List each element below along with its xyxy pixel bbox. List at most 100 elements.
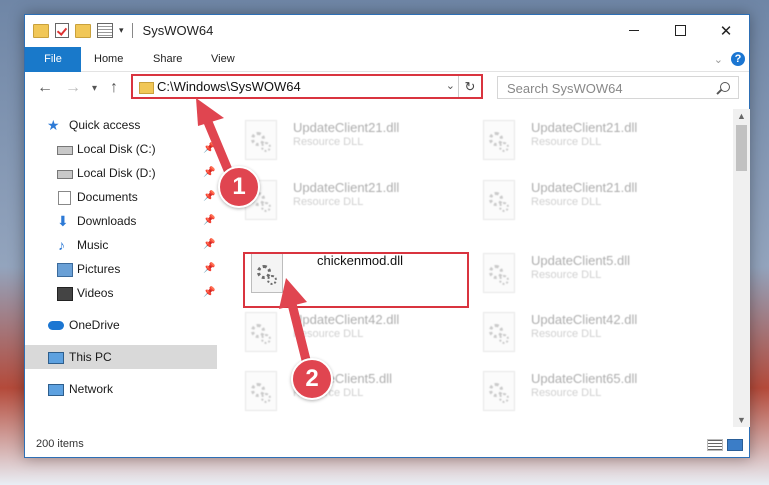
file-name: UpdateClient21.dll bbox=[293, 120, 400, 135]
file-type: Resource DLL bbox=[293, 136, 364, 148]
scroll-down-arrow-icon[interactable]: ▼ bbox=[737, 415, 746, 425]
dll-file-icon bbox=[483, 120, 515, 160]
pin-icon[interactable]: 📌 bbox=[203, 257, 215, 281]
sidebar-item-label: Documents bbox=[77, 190, 138, 204]
file-item[interactable]: UpdateClient5.dll Resource DLL bbox=[463, 247, 693, 303]
gear-icon bbox=[499, 275, 509, 285]
scroll-up-arrow-icon[interactable]: ▲ bbox=[737, 111, 746, 121]
address-dropdown-icon[interactable]: ⌄ bbox=[446, 79, 455, 92]
gear-icon bbox=[499, 202, 509, 212]
gear-icon bbox=[261, 202, 271, 212]
window-title: SysWOW64 bbox=[142, 23, 214, 38]
address-bar[interactable]: C:\Windows\SysWOW64 ⌄ ↻ bbox=[131, 74, 483, 99]
sidebar-item-this-pc[interactable]: This PC bbox=[25, 345, 217, 369]
forward-button[interactable]: → bbox=[65, 79, 81, 97]
sidebar-item-local-disk-c[interactable]: Local Disk (C:) 📌 bbox=[25, 137, 217, 161]
file-name: UpdateClient21.dll bbox=[531, 180, 638, 195]
new-folder-icon[interactable] bbox=[75, 23, 91, 38]
sidebar-item-videos[interactable]: Videos 📌 bbox=[25, 281, 217, 305]
sidebar-item-network[interactable]: Network bbox=[25, 377, 217, 401]
sidebar-item-label: Music bbox=[77, 238, 109, 252]
sidebar-item-music[interactable]: ♪ Music 📌 bbox=[25, 233, 217, 257]
sidebar-item-onedrive[interactable]: OneDrive bbox=[25, 313, 217, 337]
sidebar-item-label: Downloads bbox=[77, 214, 137, 228]
sidebar-item-label: Local Disk (C:) bbox=[77, 142, 156, 156]
quick-access-toolbar: ▾ SysWOW64 bbox=[33, 23, 213, 38]
sidebar-item-label: Videos bbox=[77, 286, 114, 300]
dll-file-icon bbox=[245, 371, 277, 411]
ribbon-right-controls: ⌄ ? bbox=[714, 52, 745, 66]
file-item[interactable]: UpdateClient21.dll Resource DLL bbox=[463, 114, 693, 170]
navigation-bar: ← → ▾ ↑ C:\Windows\SysWOW64 ⌄ ↻ Search S… bbox=[25, 72, 749, 105]
back-button[interactable]: ← bbox=[37, 79, 53, 97]
file-type: Resource DLL bbox=[531, 387, 602, 399]
callout-badge-1: 1 bbox=[218, 166, 260, 208]
scroll-thumb[interactable] bbox=[736, 125, 747, 171]
pin-icon[interactable]: 📌 bbox=[203, 281, 215, 305]
explorer-window: ▾ SysWOW64 ✕ File Home Share View ⌄ ? ← … bbox=[24, 14, 750, 458]
customize-toolbar-chevron-icon[interactable]: ▾ bbox=[119, 25, 124, 36]
ribbon-tabs: File Home Share View ⌄ ? bbox=[25, 47, 749, 103]
file-item[interactable]: UpdateClient21.dll Resource DLL bbox=[463, 174, 693, 230]
expand-ribbon-chevron-icon[interactable]: ⌄ bbox=[714, 53, 723, 66]
file-item[interactable]: UpdateClient21.dll Resource DLL bbox=[225, 114, 455, 170]
gear-icon bbox=[499, 142, 509, 152]
dll-file-icon bbox=[245, 312, 277, 352]
title-separator bbox=[131, 23, 133, 38]
sidebar-item-pictures[interactable]: Pictures 📌 bbox=[25, 257, 217, 281]
pin-icon[interactable]: 📌 bbox=[203, 233, 215, 257]
sidebar-item-label: Quick access bbox=[69, 118, 141, 132]
minimize-button[interactable] bbox=[611, 15, 657, 46]
tab-home[interactable]: Home bbox=[94, 47, 123, 71]
sidebar-item-quick-access[interactable]: ★ Quick access bbox=[25, 113, 217, 137]
folder-icon bbox=[139, 82, 154, 94]
file-item[interactable]: UpdateClient42.dll Resource DLL bbox=[225, 306, 455, 362]
file-type: Resource DLL bbox=[531, 269, 602, 281]
pictures-icon bbox=[57, 263, 73, 277]
properties-check-icon[interactable] bbox=[55, 23, 69, 38]
pc-icon bbox=[48, 352, 64, 364]
dll-file-icon bbox=[483, 312, 515, 352]
pin-icon[interactable]: 📌 bbox=[203, 137, 215, 161]
file-type: Resource DLL bbox=[293, 196, 364, 208]
details-view-icon[interactable] bbox=[707, 439, 723, 451]
file-item[interactable]: UpdateClient5.dll Resource DLL bbox=[225, 365, 455, 421]
sidebar-item-label: This PC bbox=[69, 350, 112, 364]
large-icons-view-icon[interactable] bbox=[727, 439, 743, 451]
up-button[interactable]: ↑ bbox=[110, 79, 118, 97]
gear-icon bbox=[261, 393, 271, 403]
sidebar-item-label: OneDrive bbox=[69, 318, 120, 332]
gear-icon bbox=[499, 393, 509, 403]
sidebar-item-local-disk-d[interactable]: Local Disk (D:) 📌 bbox=[25, 161, 217, 185]
refresh-button[interactable]: ↻ bbox=[458, 76, 481, 97]
close-button[interactable]: ✕ bbox=[703, 15, 749, 46]
sidebar-item-documents[interactable]: Documents 📌 bbox=[25, 185, 217, 209]
dll-file-icon bbox=[483, 253, 515, 293]
navigation-pane: ★ Quick access Local Disk (C:) 📌 Local D… bbox=[25, 109, 217, 427]
tab-view[interactable]: View bbox=[211, 47, 235, 71]
vertical-scrollbar[interactable]: ▲ ▼ bbox=[733, 109, 750, 427]
star-icon: ★ bbox=[47, 117, 60, 133]
help-icon[interactable]: ? bbox=[731, 52, 745, 66]
file-type: Resource DLL bbox=[531, 196, 602, 208]
search-input[interactable]: Search SysWOW64 bbox=[497, 76, 739, 99]
drive-icon bbox=[57, 170, 73, 179]
file-item[interactable]: UpdateClient42.dll Resource DLL bbox=[463, 306, 693, 362]
search-icon[interactable] bbox=[720, 82, 730, 92]
callout-badge-2: 2 bbox=[291, 358, 333, 400]
pin-icon[interactable]: 📌 bbox=[203, 161, 215, 185]
pin-icon[interactable]: 📌 bbox=[203, 209, 215, 233]
properties-icon[interactable] bbox=[97, 23, 113, 38]
file-item[interactable]: UpdateClient65.dll Resource DLL bbox=[463, 365, 693, 421]
folder-icon[interactable] bbox=[33, 23, 49, 38]
recent-locations-button[interactable]: ▾ bbox=[92, 83, 97, 94]
maximize-button[interactable] bbox=[657, 15, 703, 46]
gear-icon bbox=[261, 142, 271, 152]
sidebar-item-label: Network bbox=[69, 382, 114, 396]
downloads-icon: ⬇ bbox=[57, 213, 69, 229]
pin-icon[interactable]: 📌 bbox=[203, 185, 215, 209]
tab-share[interactable]: Share bbox=[153, 47, 182, 71]
sidebar-item-downloads[interactable]: ⬇ Downloads 📌 bbox=[25, 209, 217, 233]
music-icon: ♪ bbox=[58, 237, 65, 253]
address-path[interactable]: C:\Windows\SysWOW64 bbox=[157, 79, 301, 94]
